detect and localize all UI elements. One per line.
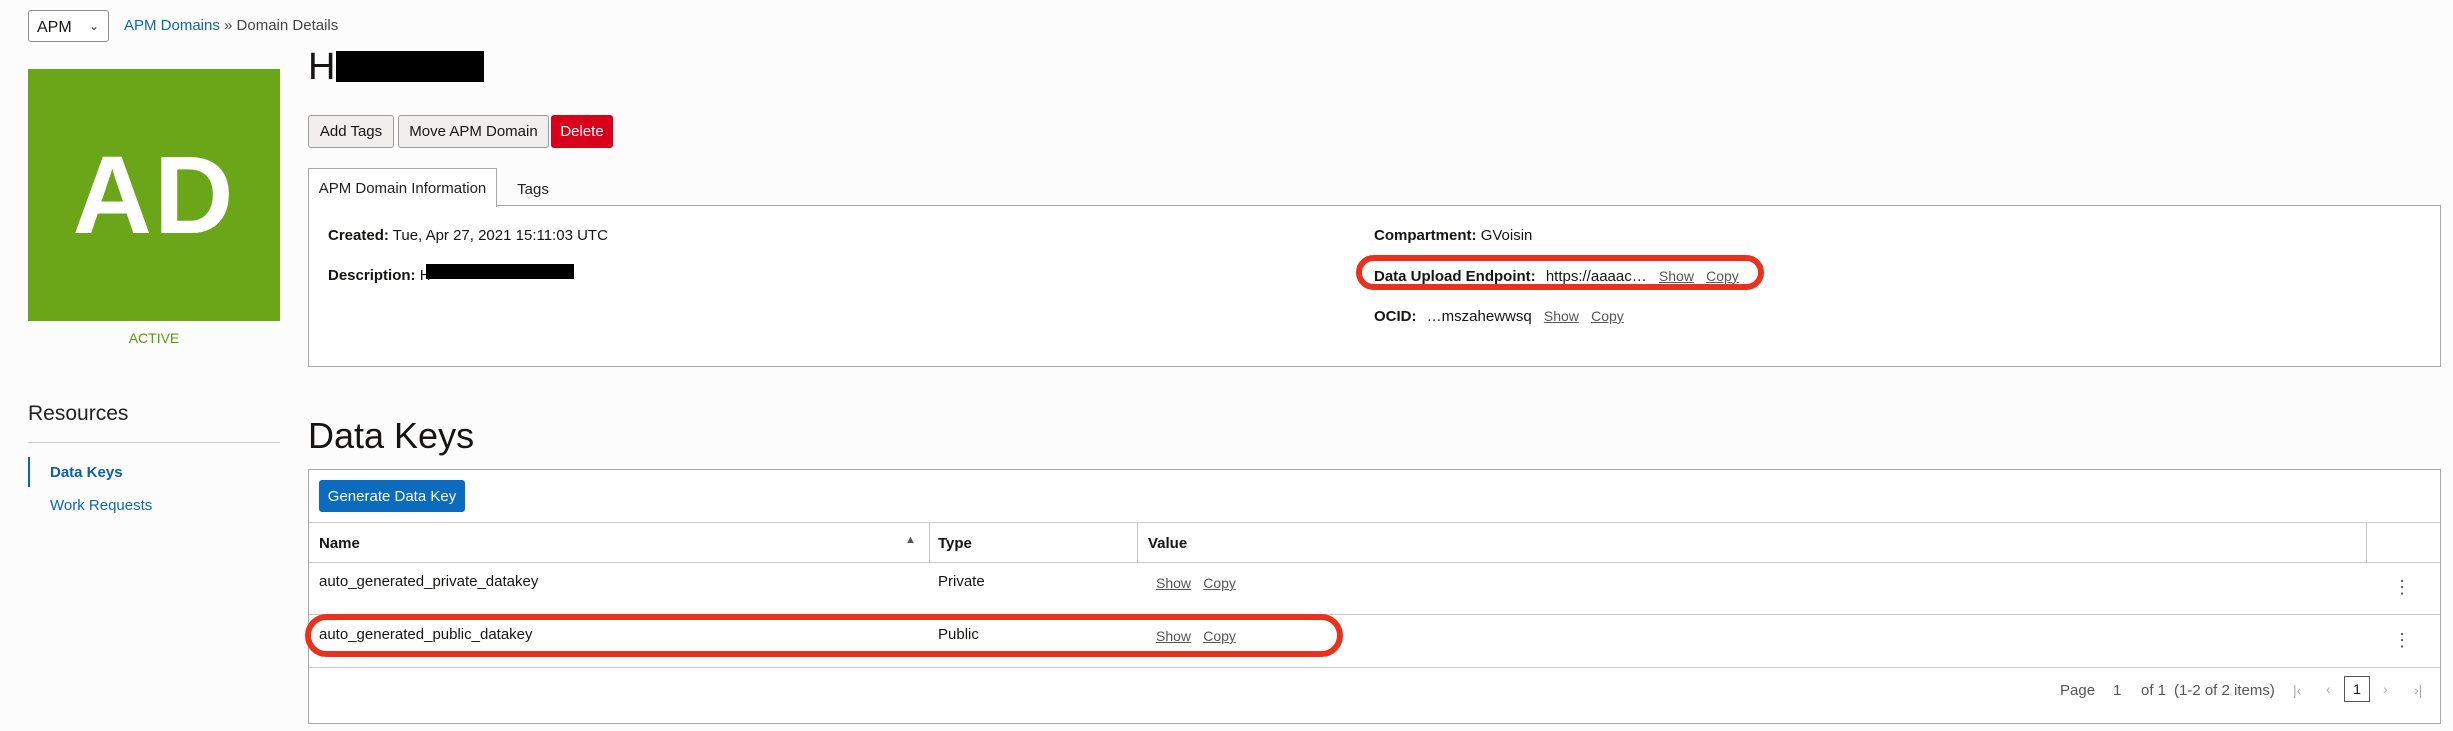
first-page-icon[interactable]: |‹ [2293, 682, 2301, 698]
column-divider [2366, 522, 2367, 563]
status-badge: ACTIVE [128, 330, 180, 346]
breadcrumb-current: Domain Details [236, 17, 339, 34]
column-divider [929, 522, 930, 563]
page-title-text: H [308, 46, 336, 88]
ocid-show-link[interactable]: Show [1544, 308, 1579, 324]
created-label: Created: [328, 227, 389, 244]
sidebar-item-data-keys[interactable]: Data Keys [28, 457, 280, 487]
sidebar-item-label: Work Requests [50, 497, 153, 514]
domain-avatar: AD [28, 69, 280, 321]
ocid-field: OCID: …mszahewwsq Show Copy [1374, 308, 1624, 325]
ocid-copy-link[interactable]: Copy [1591, 308, 1624, 324]
created-field: Created: Tue, Apr 27, 2021 15:11:03 UTC [328, 227, 608, 244]
tab-tags[interactable]: Tags [505, 170, 561, 208]
scope-select-value: APM [37, 19, 72, 36]
ocid-label: OCID: [1374, 308, 1417, 325]
table-row-name: auto_generated_private_datakey [319, 573, 539, 590]
page-title: H [308, 46, 335, 89]
table-header-row [309, 522, 2440, 563]
breadcrumb: APM Domains » Domain Details [124, 17, 338, 34]
tab-apm-domain-information[interactable]: APM Domain Information [308, 168, 497, 207]
created-value: Tue, Apr 27, 2021 15:11:03 UTC [392, 227, 608, 244]
row-actions-kebab-icon[interactable]: ⋮ [2393, 631, 2411, 649]
current-page-box[interactable]: 1 [2344, 676, 2370, 702]
pagination-page-input[interactable]: 1 [2113, 682, 2121, 699]
redaction-bar [336, 51, 484, 82]
data-keys-title: Data Keys [308, 415, 475, 456]
previous-page-icon[interactable]: ‹ [2326, 681, 2331, 697]
compartment-label: Compartment: [1374, 227, 1477, 244]
table-row-value: Show Copy [1156, 575, 1236, 592]
delete-button[interactable]: Delete [551, 115, 613, 148]
sidebar-item-work-requests[interactable]: Work Requests [28, 490, 280, 520]
row-copy-link[interactable]: Copy [1203, 575, 1236, 591]
next-page-icon[interactable]: › [2383, 681, 2388, 697]
column-header-value: Value [1148, 535, 1188, 552]
compartment-field: Compartment: GVoisin [1374, 227, 1532, 244]
chevron-down-icon: ⌄ [88, 19, 99, 33]
move-apm-domain-button[interactable]: Move APM Domain [398, 115, 549, 148]
breadcrumb-link-apm-domains[interactable]: APM Domains [124, 17, 220, 34]
row-actions-kebab-icon[interactable]: ⋮ [2393, 578, 2411, 596]
avatar-initials: AD [72, 133, 236, 257]
ocid-value: …mszahewwsq [1426, 308, 1532, 325]
sidebar-item-label: Data Keys [50, 464, 123, 481]
annotation-highlight-endpoint [1356, 255, 1764, 290]
column-header-type[interactable]: Type [938, 535, 972, 552]
pagination-page-label: Page [2060, 682, 2096, 699]
breadcrumb-separator: » [224, 17, 233, 34]
resources-divider [28, 442, 280, 443]
column-divider [1137, 522, 1138, 563]
compartment-scope-select[interactable]: APM ⌄ [28, 10, 109, 42]
column-header-name[interactable]: Name [319, 535, 360, 552]
pagination-items-count: (1-2 of 2 items) [2174, 682, 2275, 699]
redaction-bar [426, 264, 574, 279]
resources-title: Resources [28, 402, 129, 425]
description-field: Description: H [328, 267, 431, 284]
compartment-value[interactable]: GVoisin [1481, 227, 1533, 244]
table-row-type: Private [938, 573, 985, 590]
add-tags-button[interactable]: Add Tags [308, 115, 394, 148]
row-show-link[interactable]: Show [1156, 575, 1191, 591]
row-divider [309, 667, 2440, 668]
annotation-highlight-public-key [305, 614, 1343, 657]
description-label: Description: [328, 267, 416, 284]
last-page-icon[interactable]: ›| [2414, 682, 2422, 698]
sort-ascending-icon[interactable]: ▲ [905, 534, 916, 546]
pagination-total-pages: of 1 [2141, 682, 2167, 699]
generate-data-key-button[interactable]: Generate Data Key [319, 480, 465, 512]
